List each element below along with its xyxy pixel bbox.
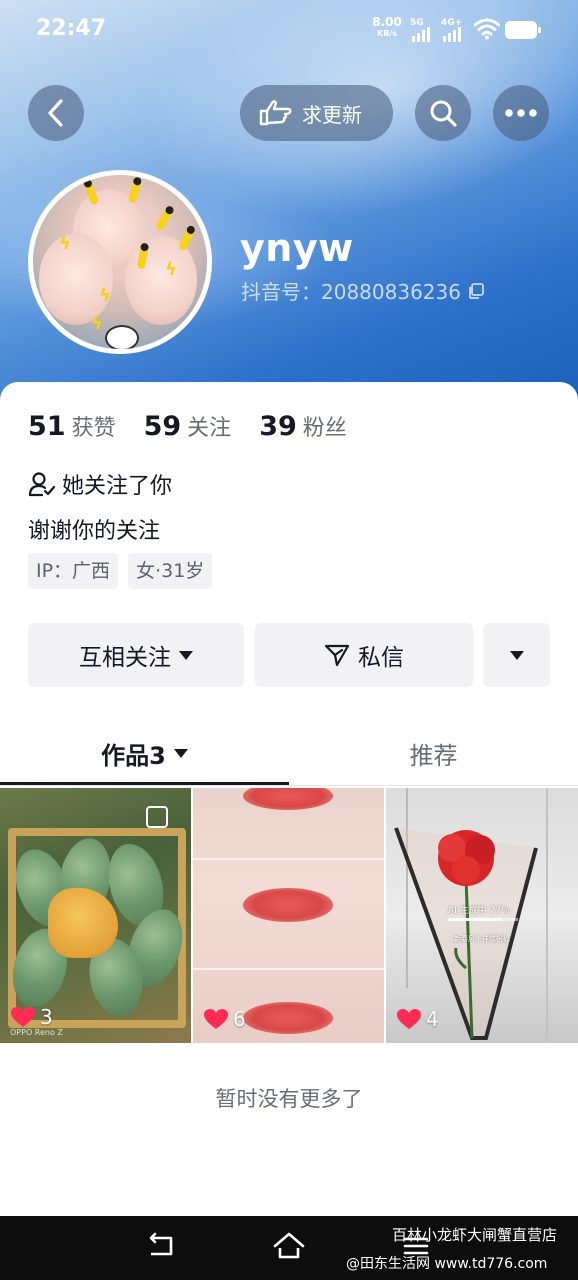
work-like-count: 4: [396, 1007, 439, 1031]
sim1-signal-icon: 5G: [410, 18, 438, 42]
work-thumbnail-lips[interactable]: 6: [193, 788, 384, 1043]
follows-you-row: 她关注了你: [28, 468, 172, 500]
caret-down-icon: [509, 650, 524, 660]
more-button[interactable]: [493, 85, 549, 141]
work-like-number: 6: [233, 1007, 246, 1031]
followers-label: 粉丝: [302, 416, 347, 441]
work-thumbnail-carnation[interactable]: AI 生成中 77% 新春风 | 祥瑞祝福 4: [386, 788, 578, 1043]
wifi-icon: [474, 18, 500, 40]
watermark-line1: 百林小龙虾大闸蟹直营店: [392, 1226, 558, 1244]
work-like-number: 3: [40, 1005, 53, 1029]
tab-recommend[interactable]: 推荐: [289, 720, 578, 786]
content-tabs: 作品3 推荐: [0, 720, 578, 786]
watermark-line2: @田东生活网 www.td776.com: [346, 1256, 548, 1272]
profile-tags: IP：广西 女·31岁: [28, 553, 213, 589]
status-bar: 22:47 8.00 KB/s 5G 4G+: [0, 0, 578, 62]
ip-location-tag: IP：广西: [28, 553, 119, 589]
back-button[interactable]: [28, 85, 84, 141]
network-speed: 8.00 KB/s: [370, 15, 404, 39]
avatar-image: ϟ ϟ ϟ ϟ: [33, 175, 207, 349]
no-more-content-text: 暂时没有更多了: [215, 1087, 363, 1111]
work-overlay-caption: 新春风 | 祥瑞祝福: [454, 935, 510, 943]
nav-home-icon[interactable]: [272, 1230, 306, 1262]
mutual-follow-button[interactable]: 互相关注: [28, 623, 244, 687]
message-label: 私信: [358, 645, 404, 671]
gender-age-tag: 女·31岁: [128, 553, 213, 589]
heart-icon: [11, 1007, 35, 1027]
caret-down-icon: [179, 650, 193, 660]
works-grid: OPPO Reno Z 3 6 AI 生成中 77% 新春风 | 祥瑞祝福 4: [0, 788, 578, 1043]
status-time: 22:47: [36, 16, 107, 41]
back-chevron-icon: [48, 99, 63, 127]
network-speed-unit: KB/s: [377, 29, 397, 38]
douyin-id[interactable]: 抖音号：20880836236: [241, 276, 485, 305]
profile-bio: 谢谢你的关注: [28, 519, 161, 544]
following-label: 关注: [187, 416, 232, 441]
avatar[interactable]: ϟ ϟ ϟ ϟ: [28, 170, 212, 354]
work-thumbnail-mangoes[interactable]: OPPO Reno Z 3: [0, 788, 191, 1043]
request-update-label: 求更新: [302, 102, 362, 127]
following-stat[interactable]: 59 关注: [144, 410, 232, 442]
work-like-count: 3: [10, 1005, 53, 1029]
search-icon: [430, 100, 457, 127]
tab-divider: [0, 785, 578, 786]
tab-recommend-label: 推荐: [409, 741, 458, 770]
followers-stat[interactable]: 39 粉丝: [259, 410, 347, 442]
network-speed-value: 8.00: [372, 15, 402, 29]
followers-count: 39: [259, 411, 297, 442]
profile-stats: 51 获赞 59 关注 39 粉丝: [28, 410, 375, 442]
tab-works-label: 作品3: [101, 741, 166, 770]
likes-stat[interactable]: 51 获赞: [28, 410, 116, 442]
follows-you-text: 她关注了你: [62, 474, 173, 499]
nav-back-icon[interactable]: [145, 1230, 177, 1262]
message-button[interactable]: 私信: [255, 623, 473, 687]
work-like-count: 6: [203, 1007, 246, 1031]
multi-image-icon: [146, 806, 168, 828]
user-follow-icon: [28, 472, 56, 497]
battery-icon: [505, 21, 541, 39]
heart-icon: [397, 1009, 421, 1029]
username: ynyw: [240, 226, 354, 270]
work-like-number: 4: [426, 1007, 439, 1031]
caret-down-icon: [173, 748, 188, 758]
following-count: 59: [143, 411, 182, 442]
likes-count: 51: [28, 411, 66, 442]
ai-progress-text: AI 生成中 77%: [448, 906, 510, 916]
send-message-icon: [324, 644, 350, 667]
ai-progress-bar: [448, 918, 518, 921]
sim2-signal-icon: 4G+: [441, 18, 469, 42]
mutual-follow-label: 互相关注: [79, 645, 171, 671]
camera-watermark: OPPO Reno Z: [10, 1028, 63, 1037]
more-actions-dropdown-button[interactable]: [483, 623, 550, 687]
search-button[interactable]: [415, 85, 471, 141]
more-dots-icon: [505, 109, 537, 117]
copy-icon[interactable]: [467, 282, 485, 300]
pointing-hand-icon: [259, 100, 292, 126]
request-update-button[interactable]: 求更新: [240, 85, 393, 141]
tab-works[interactable]: 作品3: [0, 720, 289, 786]
douyin-id-text: 抖音号：20880836236: [241, 280, 461, 304]
likes-label: 获赞: [71, 416, 116, 441]
heart-icon: [204, 1009, 228, 1029]
